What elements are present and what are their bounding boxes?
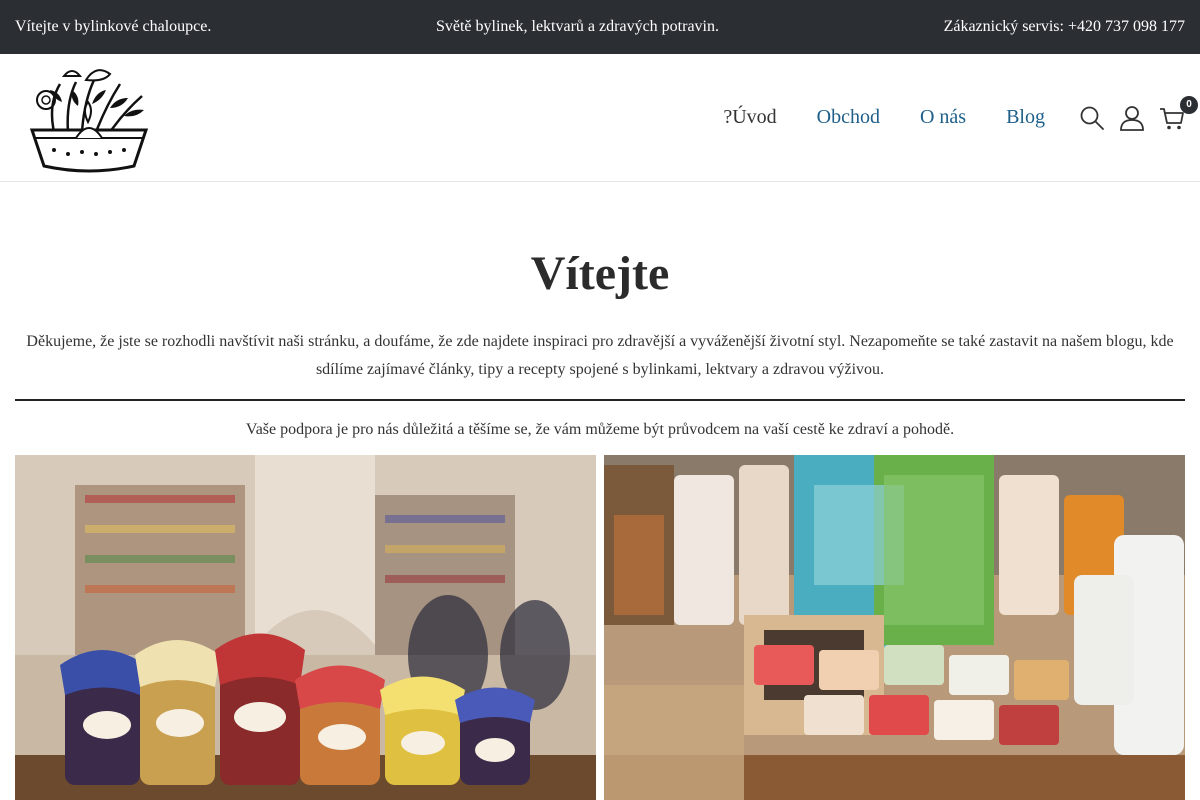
main-content: Vítejte Děkujeme, že jste se rozhodli na… [0,246,1200,800]
user-icon[interactable] [1119,105,1145,131]
nav-item-blog[interactable]: Blog [1006,106,1045,129]
topbar-welcome-text: Vítejte v bylinkové chaloupce. [15,18,212,35]
site-header: ?Úvod Obchod O nás Blog 0 [0,54,1200,182]
page-title: Vítejte [530,247,670,300]
logo-link[interactable] [24,62,154,174]
topbar-customer-service[interactable]: Zákaznický servis: +420 737 098 177 [944,18,1185,36]
support-paragraph: Vaše podpora je pro nás důležitá a těším… [245,421,955,438]
divider [15,399,1185,401]
search-icon[interactable] [1079,105,1105,131]
cart-icon[interactable]: 0 [1159,95,1198,131]
nav-item-shop[interactable]: Obchod [817,106,880,129]
photo-gallery [15,455,1185,800]
shop-photo-snacks [604,455,1185,800]
header-icons: 0 [1079,95,1198,131]
cart-count-badge: 0 [1180,95,1198,114]
header-right: ?Úvod Obchod O nás Blog 0 [723,95,1198,131]
main-nav: ?Úvod Obchod O nás Blog [723,106,1045,129]
topbar-tagline: Světě bylinek, lektvarů a zdravých potra… [435,18,719,35]
intro-paragraph: Děkujeme, že jste se rozhodli navštívit … [26,333,1174,378]
nav-item-about[interactable]: O nás [920,106,966,129]
nav-item-home[interactable]: ?Úvod [723,106,776,129]
top-bar: Vítejte v bylinkové chaloupce. Světě byl… [0,0,1200,54]
shop-photo-jars [15,455,596,800]
herbal-basket-logo [29,68,149,172]
